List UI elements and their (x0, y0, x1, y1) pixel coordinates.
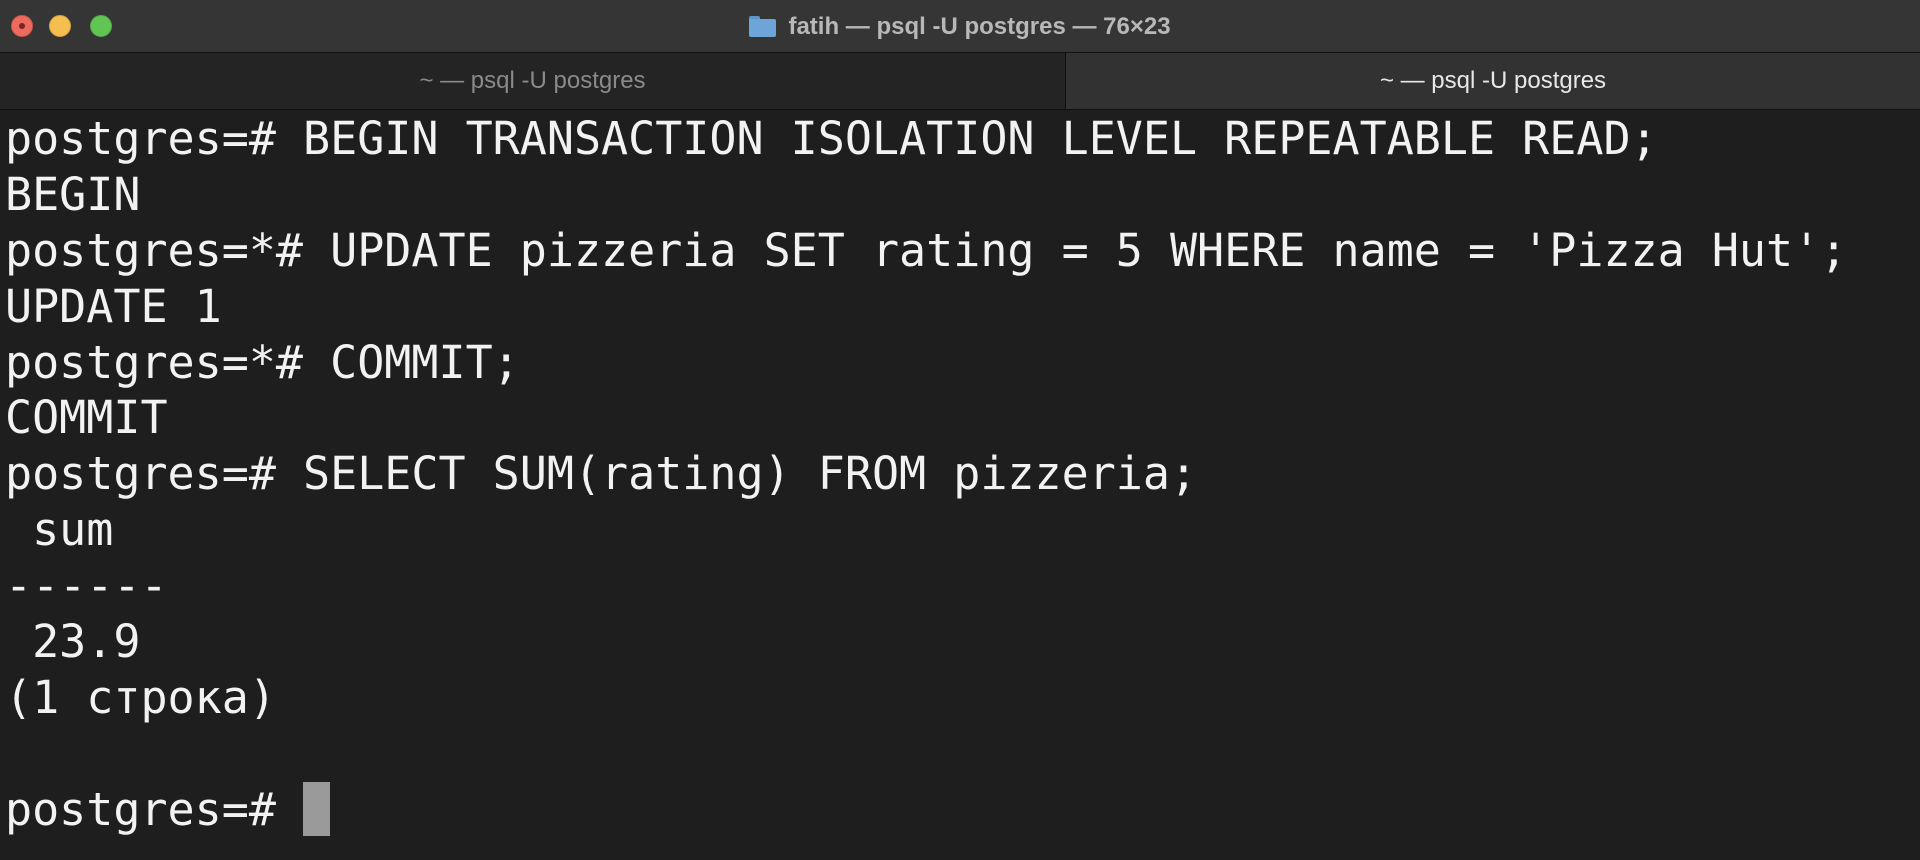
close-icon (19, 23, 25, 29)
terminal-line: postgres=*# UPDATE pizzeria SET rating =… (5, 223, 1848, 277)
terminal-window: fatih — psql -U postgres — 76×23 ~ — psq… (0, 0, 1920, 860)
terminal-output[interactable]: postgres=# BEGIN TRANSACTION ISOLATION L… (0, 111, 1920, 860)
tab-label: ~ — psql -U postgres (1379, 67, 1607, 94)
tab-bar: ~ — psql -U postgres ~ — psql -U postgre… (0, 53, 1920, 110)
terminal-line: 23.9 (5, 615, 141, 669)
terminal-line: (1 строка) (5, 670, 276, 724)
terminal-line: postgres=# BEGIN TRANSACTION ISOLATION L… (5, 112, 1658, 165)
zoom-window-button[interactable] (90, 15, 112, 37)
text-cursor (303, 781, 331, 836)
terminal-line: sum (5, 503, 114, 557)
terminal-line: BEGIN (5, 167, 141, 221)
terminal-line: postgres=*# COMMIT; (5, 335, 520, 389)
window-title-container: fatih — psql -U postgres — 76×23 (0, 0, 1920, 53)
terminal-line: UPDATE 1 (5, 279, 222, 333)
terminal-line: ------ (5, 559, 168, 613)
terminal-line: postgres=# SELECT SUM(rating) FROM pizze… (5, 447, 1198, 501)
prompt-line[interactable]: postgres=# (5, 781, 1920, 838)
terminal-line: COMMIT (5, 391, 168, 445)
title-bar[interactable]: fatih — psql -U postgres — 76×23 (0, 0, 1920, 53)
window-title: fatih — psql -U postgres — 76×23 (788, 12, 1171, 40)
minimize-window-button[interactable] (49, 15, 71, 37)
close-window-button[interactable] (11, 15, 33, 37)
tab-psql-1[interactable]: ~ — psql -U postgres (0, 53, 1066, 109)
folder-icon (749, 16, 777, 37)
prompt: postgres=# (5, 782, 304, 836)
tab-label: ~ — psql -U postgres (419, 67, 646, 94)
tab-psql-2[interactable]: ~ — psql -U postgres (1066, 53, 1920, 109)
